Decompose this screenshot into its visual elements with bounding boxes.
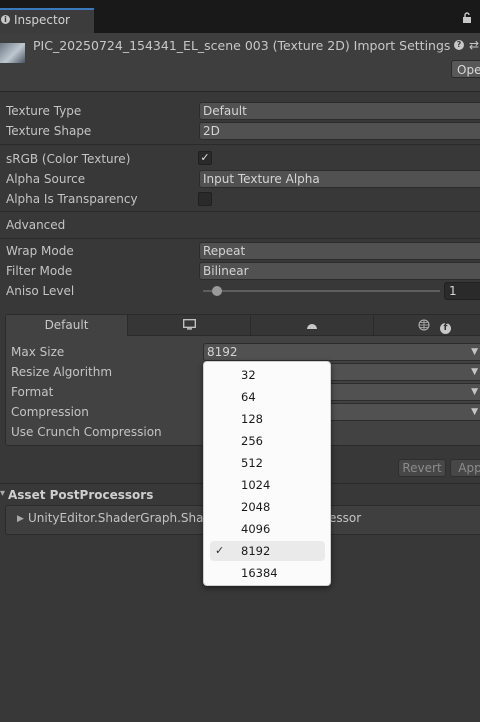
facebook-icon: f (439, 323, 451, 334)
resize-algorithm-label: Resize Algorithm (11, 365, 113, 379)
apply-button[interactable]: App (450, 459, 480, 477)
texture-thumbnail (0, 43, 25, 63)
option-label: 256 (241, 434, 263, 448)
postprocessor-item-start: UnityEditor.ShaderGraph.Shade (28, 511, 219, 525)
tab-default[interactable]: Default (6, 315, 128, 336)
postprocessor-item-end: essor (329, 511, 362, 525)
check-icon: ✓ (215, 544, 225, 557)
option-64[interactable]: 64 (210, 387, 325, 407)
tab-android[interactable] (251, 315, 374, 336)
format-label: Format (11, 385, 54, 399)
texture-type-dropdown[interactable]: Default (199, 102, 480, 120)
option-16384[interactable]: 16384 (210, 563, 325, 583)
option-label: 32 (241, 368, 256, 382)
texture-shape-dropdown[interactable]: 2D (199, 122, 480, 140)
texture-type-label: Texture Type (6, 104, 82, 118)
aniso-slider-handle[interactable] (212, 286, 222, 296)
web-globe-icon (418, 318, 430, 332)
wrap-mode-dropdown[interactable]: Repeat (199, 242, 480, 260)
option-label: 2048 (241, 500, 271, 514)
revert-button[interactable]: Revert (398, 459, 446, 477)
option-256[interactable]: 256 (210, 431, 325, 451)
filter-mode-label: Filter Mode (6, 264, 73, 278)
platform-tabs: Default f (6, 315, 480, 336)
max-size-label: Max Size (11, 345, 65, 359)
aniso-slider-track[interactable] (203, 290, 440, 292)
texture-shape-label: Texture Shape (6, 124, 92, 138)
compression-label: Compression (11, 405, 89, 419)
alpha-transparency-checkbox[interactable] (198, 192, 212, 206)
option-32[interactable]: 32 (210, 365, 325, 385)
chevron-down-icon: ▼ (471, 387, 478, 397)
inspector-header: PIC_20250724_154341_EL_scene 003 (Textur… (0, 33, 480, 92)
option-2048[interactable]: 2048 (210, 497, 325, 517)
tab-webgl[interactable]: f (374, 315, 480, 336)
option-label: 512 (241, 456, 263, 470)
monitor-icon (182, 318, 196, 332)
option-4096[interactable]: 4096 (210, 519, 325, 539)
asset-title: PIC_20250724_154341_EL_scene 003 (Textur… (33, 38, 451, 53)
option-8192[interactable]: ✓ 8192 (210, 541, 325, 561)
help-icon[interactable]: ? (454, 40, 464, 50)
option-512[interactable]: 512 (210, 453, 325, 473)
option-label: 128 (241, 412, 263, 426)
chevron-right-icon[interactable]: ▶ (17, 514, 24, 524)
alpha-source-label: Alpha Source (6, 172, 86, 186)
separator (0, 211, 480, 212)
chevron-down-icon: ▼ (471, 407, 478, 417)
tab-standalone[interactable] (128, 315, 251, 336)
max-size-dropdown[interactable]: 8192 ▼ (203, 343, 480, 361)
option-label: 16384 (241, 566, 278, 580)
open-button[interactable]: Ope (451, 60, 480, 78)
android-icon (306, 318, 318, 332)
chevron-down-icon: ▼ (471, 347, 478, 357)
wrap-mode-label: Wrap Mode (6, 244, 74, 258)
option-label: 1024 (241, 478, 271, 492)
option-128[interactable]: 128 (210, 409, 325, 429)
alpha-source-dropdown[interactable]: Input Texture Alpha (199, 170, 480, 188)
srgb-label: sRGB (Color Texture) (6, 152, 131, 166)
crunch-compression-label: Use Crunch Compression (11, 425, 162, 439)
lock-icon[interactable] (462, 12, 472, 23)
aniso-level-field[interactable]: 1 (444, 282, 480, 300)
asset-postprocessors-title[interactable]: Asset PostProcessors (8, 488, 153, 502)
separator (0, 238, 480, 239)
max-size-popup: 32 64 128 256 512 1024 2048 4096 ✓ 8192 … (203, 361, 331, 586)
option-label: 4096 (241, 522, 271, 536)
aniso-level-label: Aniso Level (6, 284, 75, 298)
chevron-down-icon: ▼ (471, 367, 478, 377)
window-tab-bar: i Inspector (0, 0, 480, 33)
filter-mode-dropdown[interactable]: Bilinear (199, 262, 480, 280)
option-label: 64 (241, 390, 256, 404)
option-label: 8192 (241, 544, 271, 558)
advanced-foldout[interactable]: Advanced (6, 218, 65, 232)
alpha-transparency-label: Alpha Is Transparency (6, 192, 138, 206)
srgb-checkbox[interactable]: ✓ (198, 151, 212, 165)
settings-sliders-icon[interactable]: ⇄ (469, 38, 479, 52)
max-size-value: 8192 (207, 345, 238, 359)
inspector-tab-label: Inspector (14, 13, 70, 27)
separator (0, 144, 480, 145)
info-icon: i (1, 15, 10, 24)
expand-foldout-icon[interactable]: ▾ (0, 488, 5, 499)
option-1024[interactable]: 1024 (210, 475, 325, 495)
inspector-tab[interactable]: i Inspector (0, 8, 94, 33)
